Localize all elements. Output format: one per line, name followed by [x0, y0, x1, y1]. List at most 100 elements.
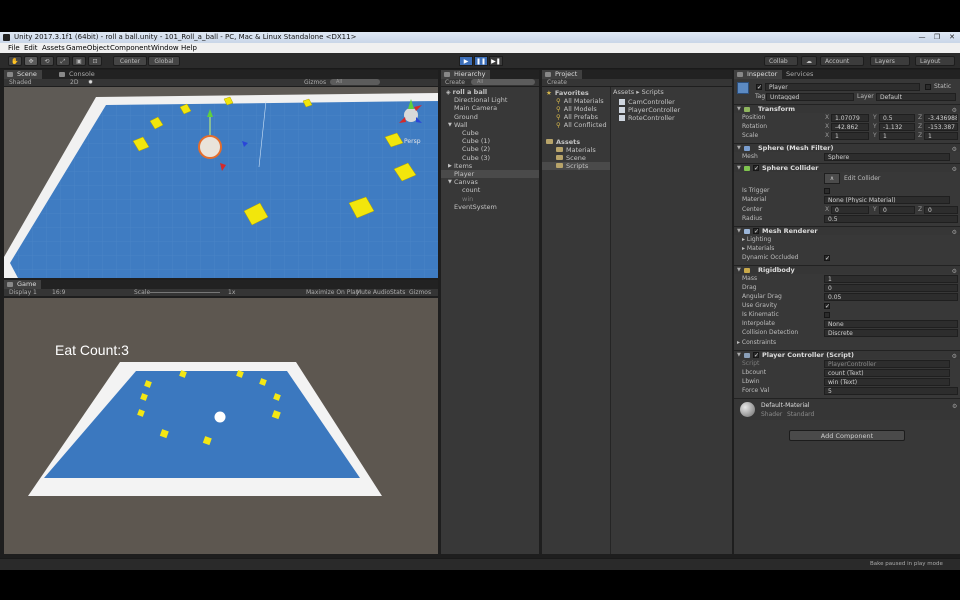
favorites-header[interactable]: ★ Favorites [546, 89, 589, 97]
stats-toggle[interactable]: Stats [390, 289, 405, 297]
hierarchy-item[interactable]: Cube [462, 129, 479, 137]
hierarchy-item[interactable]: Ground [454, 113, 478, 121]
scene-search-input[interactable]: All [330, 79, 380, 85]
player-controller-header[interactable]: ▼ ✓ Player Controller (Script) ⚙ [734, 350, 960, 360]
rigidbody-header[interactable]: ▼ Rigidbody ⚙ [734, 265, 960, 275]
transform-scale-y-field[interactable]: 1 [879, 132, 915, 140]
is-trigger-checkbox[interactable] [824, 188, 830, 194]
static-checkbox[interactable] [925, 84, 931, 90]
rect-tool-button[interactable]: ▣ [72, 56, 86, 66]
force-val-field[interactable]: 5 [824, 387, 958, 395]
player-sphere[interactable] [198, 135, 222, 159]
close-button[interactable]: ✕ [945, 33, 959, 41]
material-gear-icon[interactable]: ⚙ [952, 403, 957, 410]
display-dropdown[interactable]: Display 1 [9, 289, 37, 297]
favorites-item[interactable]: ⚲ All Prefabs [556, 113, 598, 121]
tab-inspector[interactable]: Inspector [734, 70, 783, 79]
aspect-dropdown[interactable]: 16:9 [52, 289, 65, 297]
hierarchy-item[interactable]: count [462, 186, 480, 194]
lighting-foldout[interactable]: ▸ Lighting [742, 236, 771, 244]
lbcount-field[interactable]: count (Text) [824, 369, 950, 377]
gear-icon[interactable]: ⚙ [952, 145, 957, 154]
space-global-button[interactable]: Global [148, 56, 180, 66]
hierarchy-item[interactable]: Player [441, 170, 539, 178]
menu-gameobject[interactable]: GameObject [66, 43, 110, 53]
sphere-collider-enabled-checkbox[interactable]: ✓ [753, 165, 759, 172]
fold-arrow-icon[interactable]: ▼ [448, 178, 452, 186]
transform-position-z-field[interactable]: -3.436988 [924, 114, 958, 122]
dynamic-occluded-checkbox[interactable]: ✓ [824, 255, 830, 262]
scene-viewport[interactable]: Persp [4, 87, 438, 278]
game-gizmos-dropdown[interactable]: Gizmos [409, 289, 431, 297]
pause-button[interactable]: ❚❚ [474, 56, 488, 66]
tab-services[interactable]: Services [780, 70, 818, 79]
mute-audio-toggle[interactable]: Mute Audio [356, 289, 390, 297]
favorites-item[interactable]: ⚲ All Materials [556, 97, 604, 105]
mesh-field[interactable]: Sphere [824, 153, 950, 161]
maximize-button[interactable]: ❐ [930, 33, 944, 41]
gear-icon[interactable]: ⚙ [952, 228, 957, 237]
collision-detection-dropdown[interactable]: Discrete [824, 329, 958, 337]
edit-collider-button[interactable]: ∧ [824, 173, 840, 184]
hierarchy-item[interactable]: Main Camera [454, 104, 497, 112]
account-dropdown[interactable]: Account [820, 56, 864, 66]
mesh-renderer-header[interactable]: ▼ ✓ Mesh Renderer ⚙ [734, 226, 960, 237]
object-name-field[interactable]: Player [765, 83, 920, 91]
transform-scale-z-field[interactable]: 1 [924, 132, 958, 140]
mesh-filter-header[interactable]: ▼ Sphere (Mesh Filter) ⚙ [734, 143, 960, 154]
menu-window[interactable]: Window [151, 43, 179, 53]
center-x-field[interactable]: 0 [831, 206, 869, 214]
collider-material-field[interactable]: None (Physic Material) [824, 196, 950, 204]
materials-foldout[interactable]: ▸ Materials [742, 245, 774, 253]
tab-game[interactable]: Game [4, 280, 42, 289]
transform-rotation-y-field[interactable]: -1.132 [879, 123, 915, 131]
menu-assets[interactable]: Assets [42, 43, 65, 53]
script-file-item[interactable]: PlayerController [619, 106, 680, 114]
hierarchy-item[interactable]: Cube (3) [462, 154, 490, 162]
transform-rotation-z-field[interactable]: -153.387 [924, 123, 958, 131]
use-gravity-checkbox[interactable]: ✓ [824, 303, 830, 310]
transform-rotation-x-field[interactable]: -42.862 [831, 123, 869, 131]
hand-tool-button[interactable]: ✋ [8, 56, 22, 66]
add-component-button[interactable]: Add Component [789, 430, 905, 441]
transform-header[interactable]: ▼ Transform ⚙ [734, 104, 960, 114]
menu-edit[interactable]: Edit [24, 43, 38, 53]
menu-component[interactable]: Component [110, 43, 151, 53]
cloud-button[interactable]: ☁ [801, 56, 817, 66]
rigidbody-field-value[interactable]: 0 [824, 284, 958, 292]
hierarchy-item[interactable]: ◈ roll a ball [446, 88, 487, 96]
minimize-button[interactable]: — [915, 33, 929, 41]
breadcrumb-assets[interactable]: Assets [613, 88, 634, 96]
assets-header[interactable]: Assets [546, 138, 580, 146]
assets-folder-item[interactable]: Scripts [542, 162, 610, 170]
constraints-foldout[interactable]: ▸ Constraints [737, 339, 776, 347]
tab-project[interactable]: Project [542, 70, 583, 79]
layers-dropdown[interactable]: Layers [870, 56, 910, 66]
game-viewport[interactable]: Eat Count:3 [4, 298, 438, 554]
center-z-field[interactable]: 0 [924, 206, 958, 214]
layout-dropdown[interactable]: Layout [915, 56, 955, 66]
scale-slider[interactable] [150, 292, 220, 293]
tag-dropdown[interactable]: Untagged [766, 93, 854, 101]
transform-tool-button[interactable]: ⊡ [88, 56, 102, 66]
assets-folder-item[interactable]: Materials [556, 146, 596, 154]
hierarchy-item[interactable]: Cube (2) [462, 145, 490, 153]
assets-folder-item[interactable]: Scene [556, 154, 586, 162]
tab-console[interactable]: Console [56, 70, 100, 79]
hierarchy-item[interactable]: Directional Light [454, 96, 507, 104]
pivot-center-button[interactable]: Center [113, 56, 147, 66]
step-button[interactable]: ▶❚ [489, 56, 503, 66]
hierarchy-item[interactable]: ▼ Canvas [448, 178, 478, 186]
hierarchy-item[interactable]: EventSystem [454, 203, 497, 211]
shading-mode-dropdown[interactable]: Shaded [9, 79, 32, 87]
maximize-on-play-toggle[interactable]: Maximize On Play [306, 289, 359, 297]
transform-position-x-field[interactable]: 1.07079 [831, 114, 869, 122]
menu-file[interactable]: File [8, 43, 20, 53]
transform-position-y-field[interactable]: 0.5 [879, 114, 915, 122]
script-file-item[interactable]: CamController [619, 98, 675, 106]
object-active-checkbox[interactable]: ✓ [756, 84, 762, 91]
mesh-renderer-enabled-checkbox[interactable]: ✓ [753, 228, 759, 235]
hierarchy-item[interactable]: ▶ Items [448, 162, 472, 170]
hierarchy-item[interactable]: ▼ Wall [448, 121, 468, 129]
fold-arrow-icon[interactable]: ▼ [448, 121, 452, 129]
